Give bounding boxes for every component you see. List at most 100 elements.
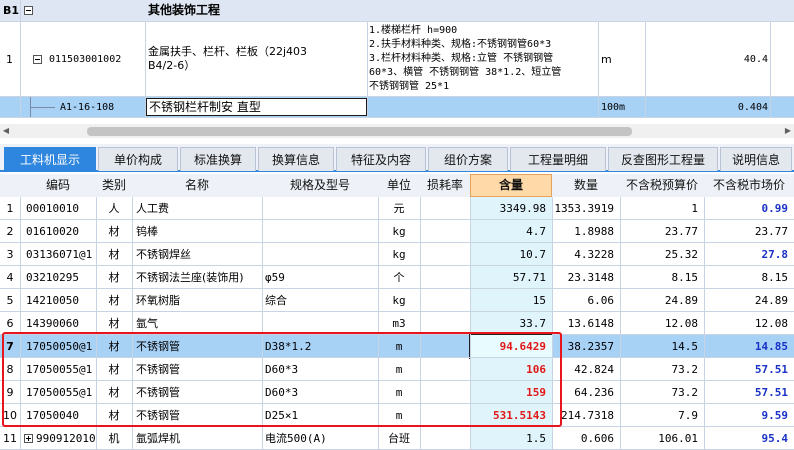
cell-name[interactable]: 人工费 [132, 197, 262, 220]
cell-code[interactable]: 03136071@1 [20, 243, 96, 266]
cell-qty[interactable]: 13.6148 [552, 312, 620, 335]
column-header-name[interactable]: 名称 [132, 174, 262, 197]
tab-reverse-lookup[interactable]: 反查图形工程量 [608, 147, 718, 171]
cell-qty[interactable]: 42.824 [552, 358, 620, 381]
cell-loss[interactable] [420, 289, 470, 312]
tab-pricing-scheme[interactable]: 组价方案 [428, 147, 508, 171]
tab-conversion-info[interactable]: 换算信息 [258, 147, 334, 171]
cell-cat[interactable]: 材 [96, 220, 132, 243]
material-row[interactable]: 5 14210050 材环氧树脂 综合 kg 15 6.06 24.89 24.89 [0, 289, 794, 312]
column-header-code[interactable]: 编码 [20, 174, 96, 197]
cell-content[interactable]: 1.5 [470, 427, 552, 450]
column-header-loss-rate[interactable]: 损耗率 [420, 174, 470, 197]
cell-qty[interactable]: 38.2357 [552, 335, 620, 358]
cell-budget[interactable]: 12.08 [620, 312, 704, 335]
cell-budget[interactable]: 1 [620, 197, 704, 220]
tab-unit-price[interactable]: 单价构成 [98, 147, 178, 171]
cell-content[interactable]: 10.7 [470, 243, 552, 266]
tab-material-display[interactable]: 工料机显示 [4, 147, 96, 171]
cell-spec[interactable]: 电流500(A) [262, 427, 378, 450]
cell-market[interactable]: 14.85 [704, 335, 794, 358]
quota-row-selected[interactable] [0, 97, 794, 117]
cell-cat[interactable]: 材 [96, 266, 132, 289]
material-row[interactable]: 4 03210295 材不锈钢法兰座(装饰用) φ59 个 57.71 23.3148 8.1… [0, 266, 794, 289]
column-header-unit[interactable]: 单位 [378, 174, 420, 197]
cell-name[interactable]: 钨棒 [132, 220, 262, 243]
cell-qty[interactable]: 0.606 [552, 427, 620, 450]
cell-market[interactable]: 27.8 [704, 243, 794, 266]
material-row[interactable]: 2 01610020 材钨棒 kg 4.7 1.8988 23.77 23.77 [0, 220, 794, 243]
cell-market[interactable]: 9.59 [704, 404, 794, 427]
tab-features[interactable]: 特征及内容 [336, 147, 426, 171]
cell-unit[interactable]: kg [378, 243, 420, 266]
cell-code[interactable]: 01610020 [20, 220, 96, 243]
cell-market[interactable]: 95.4 [704, 427, 794, 450]
cell-budget[interactable]: 23.77 [620, 220, 704, 243]
cell-budget[interactable]: 24.89 [620, 289, 704, 312]
material-row[interactable]: 3 03136071@1 材不锈钢焊丝 kg 10.7 4.3228 25.32 27.8 [0, 243, 794, 266]
cell-name[interactable]: 不锈钢法兰座(装饰用) [132, 266, 262, 289]
cell-loss[interactable] [420, 220, 470, 243]
tab-quantity-detail[interactable]: 工程量明细 [510, 147, 606, 171]
cell-unit[interactable]: kg [378, 289, 420, 312]
cell-loss[interactable] [420, 197, 470, 220]
cell-cat[interactable]: 机 [96, 427, 132, 450]
cell-budget[interactable]: 73.2 [620, 381, 704, 404]
cell-qty[interactable]: 1.8988 [552, 220, 620, 243]
cell-cat[interactable]: 材 [96, 243, 132, 266]
material-row[interactable]: 11 990912010 机氩弧焊机 电流500(A) 台班 1.5 0.606 106.01… [0, 427, 794, 450]
cell-code[interactable]: 00010010 [20, 197, 96, 220]
cell-budget[interactable]: 73.2 [620, 358, 704, 381]
column-header-budget-price[interactable]: 不含税预算价 [620, 174, 704, 197]
column-header-spec[interactable]: 规格及型号 [262, 174, 378, 197]
cell-code[interactable]: 14210050 [20, 289, 96, 312]
cell-market[interactable]: 0.99 [704, 197, 794, 220]
column-header-quantity[interactable]: 数量 [552, 174, 620, 197]
cell-name[interactable]: 环氧树脂 [132, 289, 262, 312]
collapse-icon[interactable] [33, 55, 42, 64]
cell-budget[interactable]: 14.5 [620, 335, 704, 358]
column-header-market-price[interactable]: 不含税市场价 [704, 174, 794, 197]
cell-spec[interactable]: φ59 [262, 266, 378, 289]
tab-description[interactable]: 说明信息 [720, 147, 792, 171]
cell-content[interactable]: 57.71 [470, 266, 552, 289]
cell-budget[interactable]: 7.9 [620, 404, 704, 427]
scroll-left-icon[interactable]: ◀ [0, 124, 12, 138]
cell-loss[interactable] [420, 427, 470, 450]
tab-standard-conversion[interactable]: 标准换算 [180, 147, 256, 171]
cell-cat[interactable]: 人 [96, 197, 132, 220]
cell-qty[interactable]: 1353.3919 [552, 197, 620, 220]
cell-qty[interactable]: 6.06 [552, 289, 620, 312]
cell-content[interactable]: 4.7 [470, 220, 552, 243]
cell-code[interactable]: 03210295 [20, 266, 96, 289]
cell-market[interactable]: 57.51 [704, 358, 794, 381]
expand-icon[interactable] [24, 434, 33, 443]
cell-spec[interactable] [262, 220, 378, 243]
cell-unit[interactable]: 台班 [378, 427, 420, 450]
cell-market[interactable]: 24.89 [704, 289, 794, 312]
cell-name[interactable]: 不锈钢焊丝 [132, 243, 262, 266]
cell-content[interactable]: 3349.98 [470, 197, 552, 220]
cell-budget[interactable]: 106.01 [620, 427, 704, 450]
scroll-right-icon[interactable]: ▶ [782, 124, 794, 138]
cell-name[interactable]: 氩弧焊机 [132, 427, 262, 450]
cell-unit[interactable]: kg [378, 220, 420, 243]
quota-name-input[interactable]: 不锈钢栏杆制安 直型 [146, 98, 367, 116]
cell-market[interactable]: 12.08 [704, 312, 794, 335]
cell-market[interactable]: 23.77 [704, 220, 794, 243]
cell-budget[interactable]: 25.32 [620, 243, 704, 266]
cell-loss[interactable] [420, 266, 470, 289]
material-row[interactable]: 1 00010010 人人工费元 3349.98 1353.3919 1 0.99 [0, 197, 794, 220]
cell-market[interactable]: 57.51 [704, 381, 794, 404]
cell-qty[interactable]: 214.7318 [552, 404, 620, 427]
cell-qty[interactable]: 64.236 [552, 381, 620, 404]
cell-budget[interactable]: 8.15 [620, 266, 704, 289]
cell-cat[interactable]: 材 [96, 289, 132, 312]
section-row-b1[interactable] [0, 0, 794, 21]
collapse-icon[interactable] [24, 6, 33, 15]
cell-loss[interactable] [420, 243, 470, 266]
cell-unit[interactable]: 个 [378, 266, 420, 289]
cell-market[interactable]: 8.15 [704, 266, 794, 289]
cell-spec[interactable]: 综合 [262, 289, 378, 312]
cell-qty[interactable]: 23.3148 [552, 266, 620, 289]
